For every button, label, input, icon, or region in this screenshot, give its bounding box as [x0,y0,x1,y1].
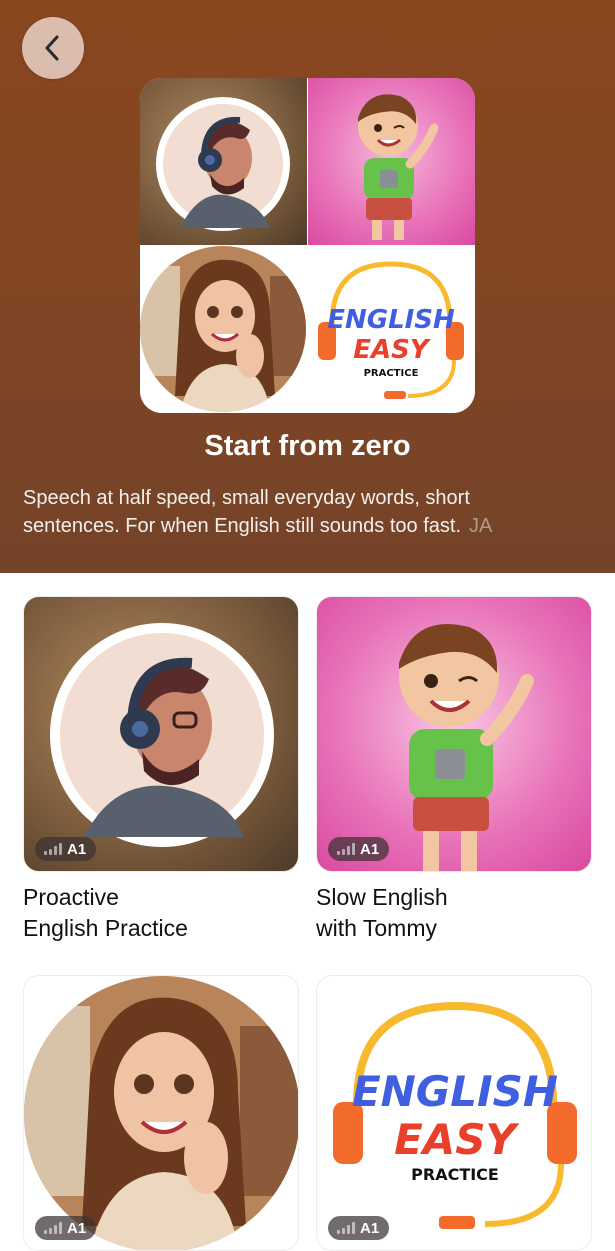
chevron-left-icon [45,35,59,61]
playlist-card-proactive-english[interactable]: A1 Proactive English Practice [23,596,299,944]
english-easy-practice-logo: ENGLISH EASY PRACTICE [308,246,475,413]
svg-text:EASY: EASY [353,335,432,365]
level-label: A1 [67,1219,87,1237]
headphones-man-avatar [50,623,274,847]
level-badge: A1 [328,1216,390,1240]
smiling-woman-avatar [140,246,307,413]
page-description: Speech at half speed, small everyday wor… [23,484,543,540]
card-thumbnail: A1 [316,596,592,872]
signal-bars-icon [44,1222,62,1234]
card-thumbnail: ENGLISH EASY PRACTICE A1 [316,975,592,1251]
description-suffix: JA [469,515,493,537]
smiling-woman-avatar [24,976,298,1250]
hero-section: ENGLISH EASY PRACTICE Start from zero Sp… [0,0,615,573]
waving-boy-avatar [399,623,534,871]
level-label: A1 [67,840,87,858]
svg-text:PRACTICE: PRACTICE [411,1165,499,1184]
card-thumbnail: A1 [23,596,299,872]
level-badge: A1 [35,837,97,861]
headphones-man-avatar [140,78,307,245]
waving-boy-avatar [308,78,475,245]
level-label: A1 [360,840,380,858]
page-title: Start from zero [204,430,411,462]
svg-text:ENGLISH: ENGLISH [327,305,455,335]
svg-text:PRACTICE: PRACTICE [364,368,419,379]
english-easy-practice-logo: ENGLISH EASY PRACTICE [333,1001,577,1229]
playlist-card-woman[interactable]: A1 [23,975,299,1251]
description-text: Speech at half speed, small everyday wor… [23,487,470,537]
back-button[interactable] [22,17,84,79]
playlist-collage: ENGLISH EASY PRACTICE [140,78,475,413]
level-label: A1 [360,1219,380,1237]
signal-bars-icon [337,1222,355,1234]
svg-text:ENGLISH: ENGLISH [352,1067,558,1116]
svg-text:EASY: EASY [394,1115,519,1164]
card-title: Proactive English Practice [23,884,188,941]
level-badge: A1 [35,1216,97,1240]
signal-bars-icon [44,843,62,855]
playlist-card-english-easy[interactable]: ENGLISH EASY PRACTICE A1 [316,975,592,1251]
level-badge: A1 [328,837,390,861]
signal-bars-icon [337,843,355,855]
playlist-card-slow-english-tommy[interactable]: A1 Slow English with Tommy [316,596,592,944]
card-thumbnail: A1 [23,975,299,1251]
card-title: Slow English with Tommy [316,884,448,941]
